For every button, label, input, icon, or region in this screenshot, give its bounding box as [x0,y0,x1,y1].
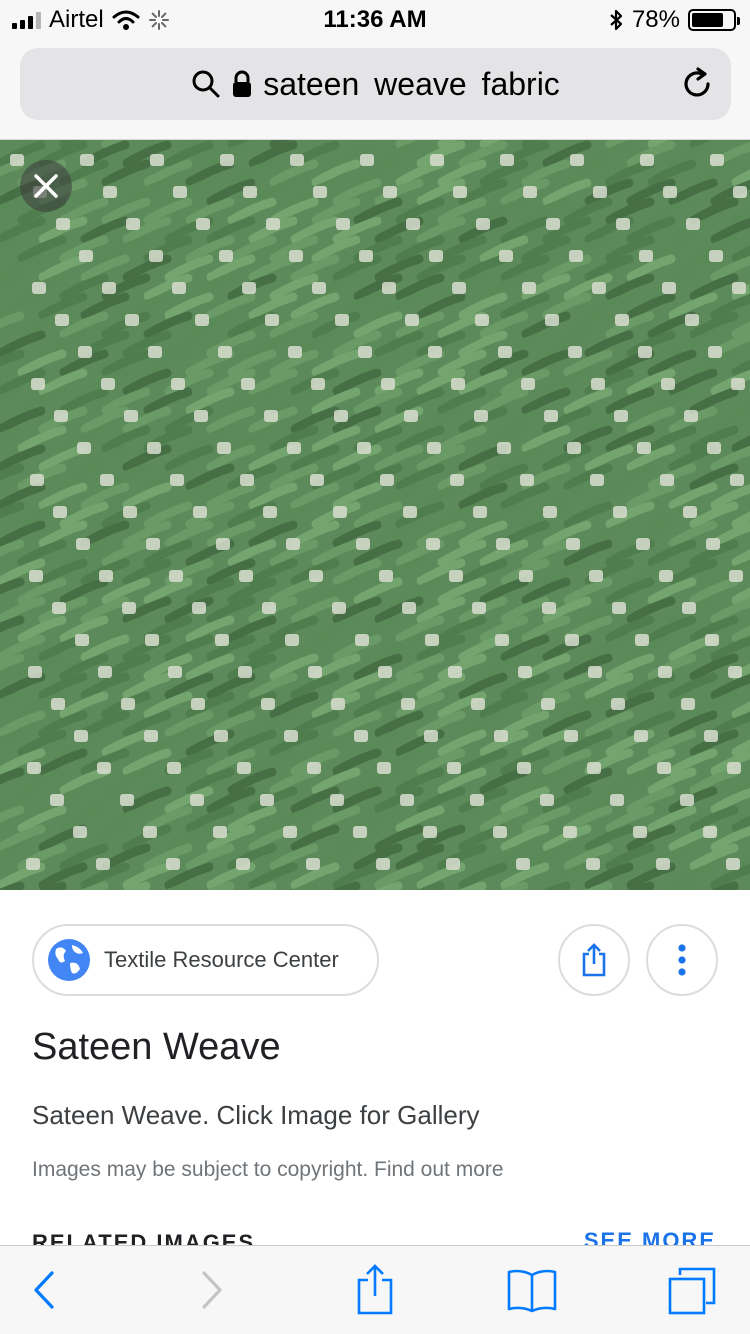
close-button[interactable] [20,160,72,212]
close-icon [34,174,58,198]
bluetooth-icon [610,9,623,31]
back-button[interactable] [14,1260,74,1320]
battery-percent: 78% [631,6,680,33]
chevron-left-icon [34,1271,54,1309]
more-options-button[interactable] [646,924,718,996]
status-right: 78% [608,6,740,34]
battery-icon [688,9,740,31]
address-bar[interactable]: sateen weave fabric [20,48,731,120]
image-info-panel: Textile Resource Center Sateen Weave Sat… [0,890,750,1245]
copyright-notice[interactable]: Images may be subject to copyright. Find… [32,1158,504,1182]
share-button[interactable] [558,924,630,996]
sateen-weave-photo [0,140,750,890]
share-icon [582,943,606,977]
chevron-right-icon [202,1271,222,1309]
battery-level [692,13,724,27]
share-icon [357,1264,393,1315]
search-icon [192,70,220,98]
related-images-heading: RELATED IMAGES [32,1230,256,1245]
browser-address-area: sateen weave fabric [0,40,750,140]
source-name: Textile Resource Center [104,947,339,972]
fabric-image[interactable] [0,140,750,890]
image-description[interactable]: Sateen Weave. Click Image for Gallery [32,1100,479,1131]
book-icon [507,1269,557,1313]
browser-toolbar [0,1245,750,1334]
forward-button[interactable] [182,1260,242,1320]
tabs-icon [668,1267,716,1315]
globe-icon [48,939,90,981]
reload-icon[interactable] [679,66,715,102]
more-vert-icon [678,944,686,976]
bookmarks-button[interactable] [502,1260,562,1320]
tabs-button[interactable] [662,1260,722,1320]
lock-icon [233,70,252,97]
share-toolbar-button[interactable] [345,1260,405,1320]
see-more-link[interactable]: SEE MORE [584,1228,716,1245]
source-chip[interactable]: Textile Resource Center [32,924,379,996]
status-bar: Airtel 11:36 AM 78% [0,0,750,40]
image-title: Sateen Weave [32,1026,281,1068]
url-text: sateen weave fabric [263,65,560,102]
